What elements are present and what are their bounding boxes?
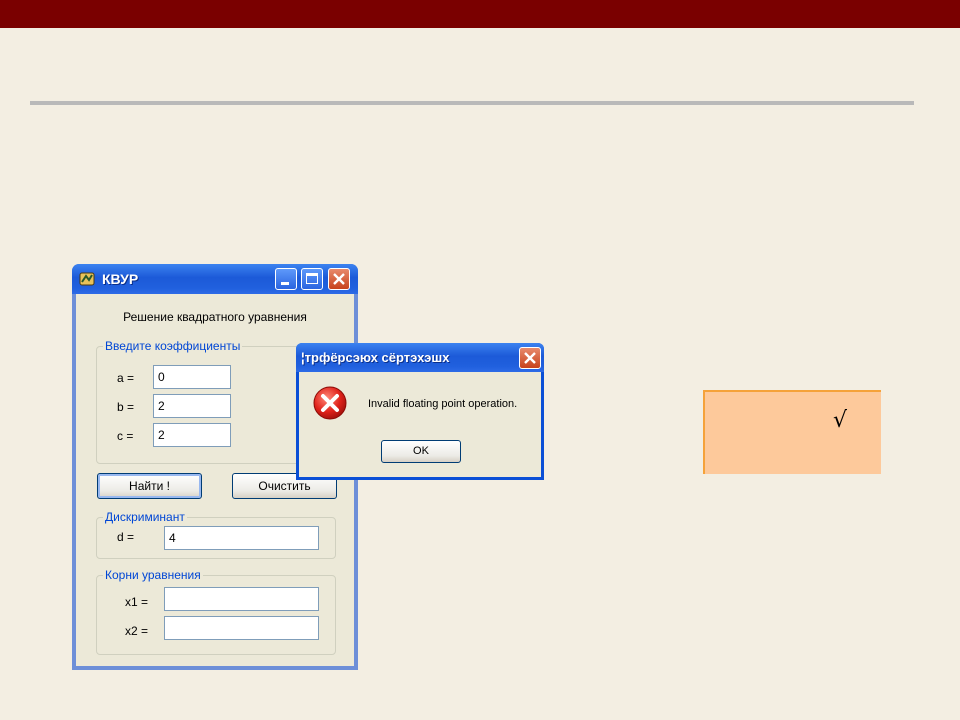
roots-group: Корни уравнения x1 = x2 = (96, 568, 336, 655)
discriminant-group-label: Дискриминант (103, 510, 187, 524)
x2-input[interactable] (164, 616, 319, 640)
x1-label: x1 = (125, 595, 149, 609)
divider-line (30, 101, 914, 105)
dialog-titlebar[interactable]: ¦трфёрсэюх сёртэхэшх (296, 343, 544, 372)
b-label: b = (117, 400, 135, 414)
error-dialog: ¦трфёрсэюх сёртэхэшх Invalid floating po… (296, 343, 544, 480)
dialog-client-area: Invalid floating point operation. OK (299, 372, 541, 477)
error-message: Invalid floating point operation. (368, 398, 518, 410)
minimize-button[interactable] (275, 268, 297, 290)
header-bar (0, 0, 960, 28)
close-icon (333, 273, 345, 285)
d-label: d = (117, 530, 135, 544)
a-input[interactable]: 0 (153, 365, 231, 389)
form-heading: Решение квадратного уравнения (123, 310, 307, 324)
discriminant-group: Дискриминант d = 4 (96, 510, 336, 559)
dialog-title: ¦трфёрсэюх сёртэхэшх (301, 350, 450, 365)
minimize-icon (281, 282, 289, 285)
x2-label: x2 = (125, 624, 149, 638)
error-icon (313, 386, 347, 420)
sqrt-symbol: √ (833, 408, 848, 433)
x1-input[interactable] (164, 587, 319, 611)
close-button[interactable] (328, 268, 350, 290)
maximize-button[interactable] (301, 268, 323, 290)
formula-box: √ (703, 390, 881, 474)
window-titlebar[interactable]: КВУР (72, 264, 358, 294)
coefficients-group-label: Введите коэффициенты (103, 339, 243, 353)
find-button[interactable]: Найти ! (97, 473, 202, 499)
roots-group-label: Корни уравнения (103, 568, 203, 582)
dialog-close-button[interactable] (519, 347, 541, 369)
d-input[interactable]: 4 (164, 526, 319, 550)
window-title: КВУР (102, 271, 139, 287)
c-label: c = (117, 429, 134, 443)
close-icon (524, 352, 536, 364)
maximize-icon (306, 273, 318, 284)
c-input[interactable]: 2 (153, 423, 231, 447)
ok-button[interactable]: OK (381, 440, 461, 463)
a-label: a = (117, 371, 135, 385)
app-icon (79, 272, 95, 286)
b-input[interactable]: 2 (153, 394, 231, 418)
